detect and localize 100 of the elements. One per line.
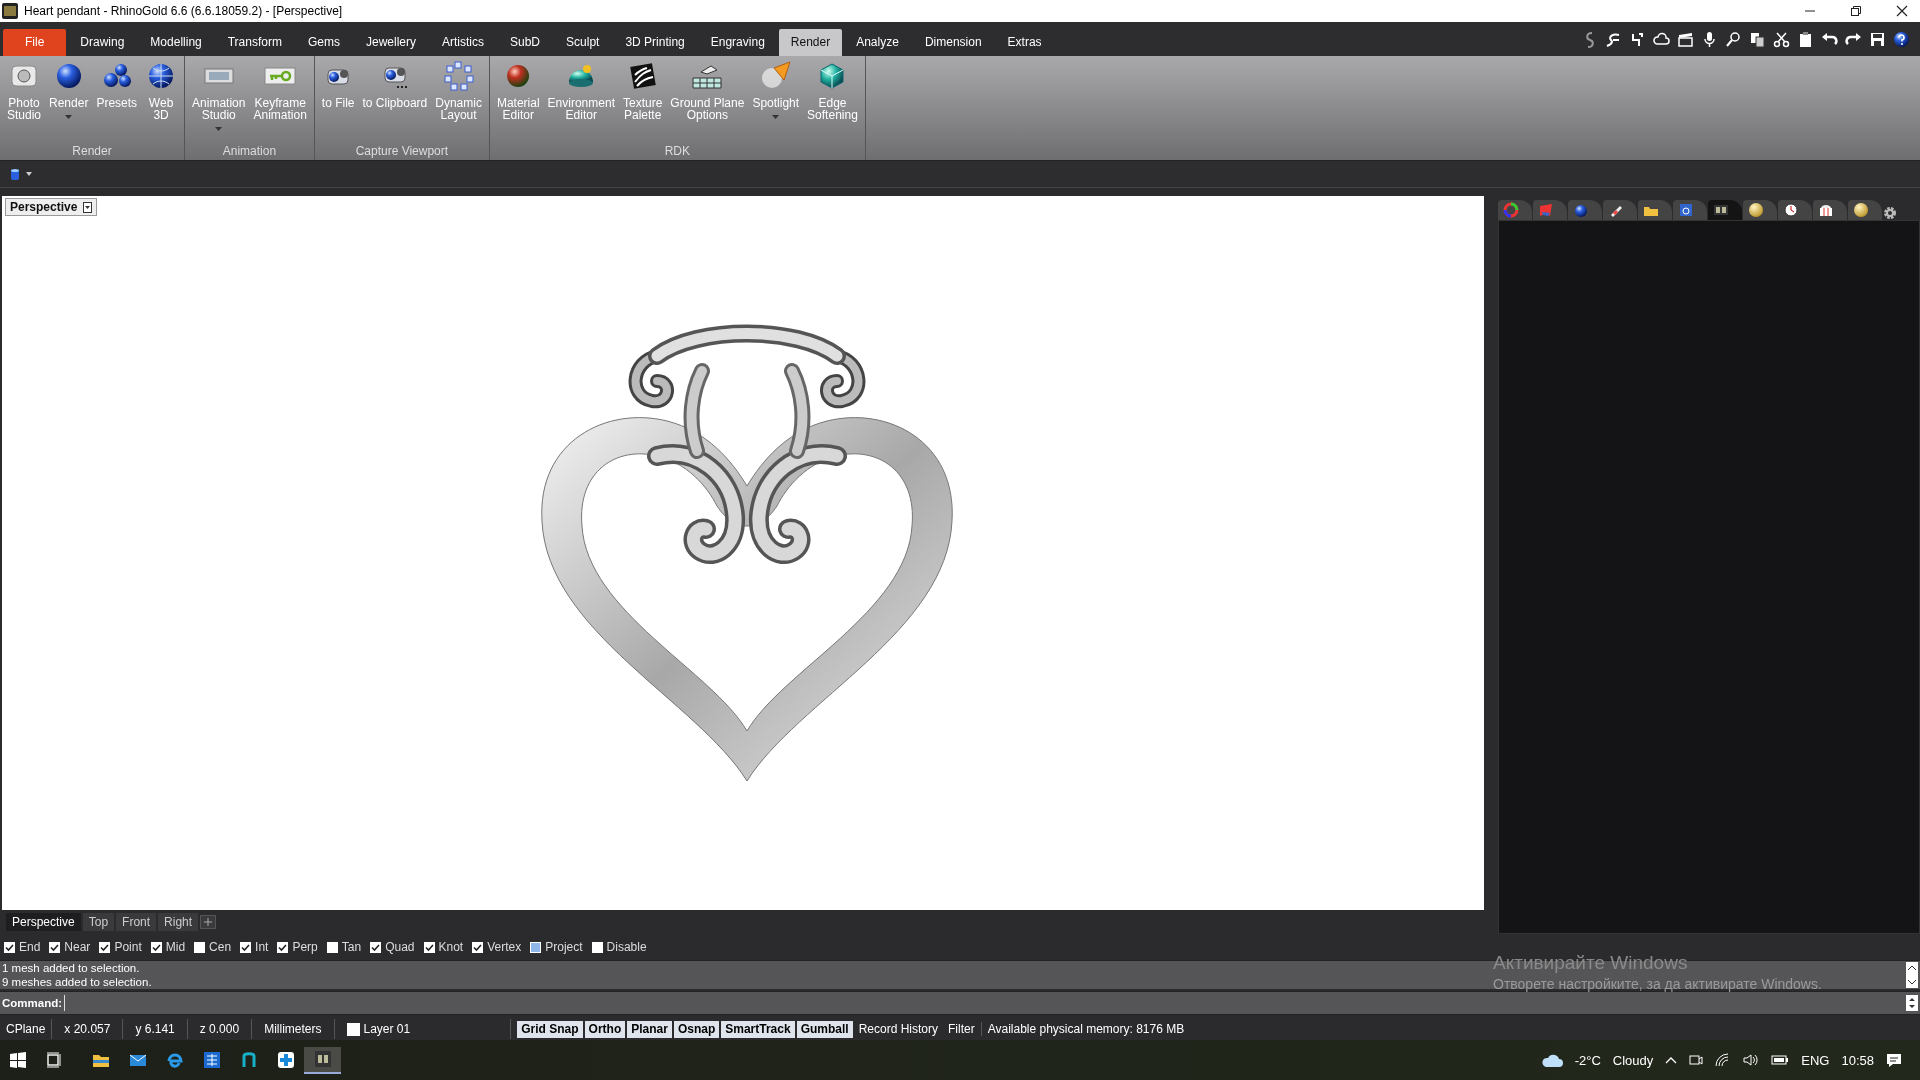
close-icon[interactable] [1896,5,1908,17]
restore-icon[interactable] [1850,5,1862,17]
status-cell[interactable]: Millimeters [252,1019,335,1039]
osnap-checkbox[interactable] [326,941,338,953]
menu-tab[interactable]: Transform [215,29,294,56]
menu-tab[interactable]: Drawing [68,29,137,56]
spin-icon[interactable] [1906,995,1918,1011]
settings-icon[interactable] [1883,206,1897,220]
viewport-tab[interactable]: Top [82,913,115,931]
osnap-label[interactable]: Knot [438,940,464,954]
panel-tab[interactable] [1498,200,1532,220]
status-toggle[interactable]: SmartTrack [721,1020,795,1038]
panel-tab[interactable] [1603,200,1637,220]
menu-tab[interactable]: Artistics [430,29,496,56]
ribbon-button[interactable]: Texture Palette [619,60,667,121]
status-toggle[interactable]: Filter [944,1020,979,1038]
redo-icon[interactable] [1845,30,1862,48]
ribbon-button[interactable]: Web 3D [141,60,182,121]
panel-tab[interactable] [1743,200,1777,220]
panel-tab[interactable] [1673,200,1707,220]
osnap-label[interactable]: Vertex [487,940,522,954]
menu-tab[interactable]: Modelling [138,29,214,56]
osnap-label[interactable]: Perp [292,940,318,954]
language-indicator[interactable]: ENG [1801,1052,1830,1068]
ribbon-button[interactable]: Edge Softening [803,60,862,121]
status-cell[interactable]: y 6.141 [123,1019,188,1039]
menu-tab[interactable]: Extras [995,29,1054,56]
ribbon-button[interactable]: Material Editor [492,60,544,121]
osnap-checkbox[interactable] [99,941,111,953]
osnap-label[interactable]: Quad [385,940,415,954]
viewport-tab[interactable]: Right [158,913,199,931]
panel-tab[interactable] [1813,200,1847,220]
ribbon-button[interactable]: Environment Editor [543,60,619,121]
ribbon-button[interactable]: Photo Studio [3,60,46,121]
viewport-tab[interactable]: Perspective [6,913,81,931]
menu-tab[interactable]: Sculpt [554,29,612,56]
layer-button[interactable]: Layer 01 [334,1019,512,1039]
menu-tab[interactable]: Analyze [844,29,911,56]
menu-tab[interactable]: Render [778,29,843,56]
status-toggle[interactable]: Planar [627,1020,672,1038]
ribbon-button[interactable]: Keyframe Animation [249,60,311,121]
status-toggle[interactable]: Osnap [673,1020,720,1038]
osnap-checkbox[interactable] [591,941,603,953]
scissors-icon[interactable] [1773,30,1790,48]
clock[interactable]: 10:58 [1841,1052,1874,1068]
status-toggle[interactable]: Ortho [584,1020,626,1038]
pen-curve-icon[interactable] [1605,30,1622,48]
battery-icon[interactable] [1771,1054,1790,1066]
panel-tab[interactable] [1708,200,1742,220]
chevron-up-icon[interactable] [1665,1056,1678,1064]
osnap-checkbox[interactable] [4,941,15,953]
microphone-icon[interactable] [1701,30,1718,48]
osnap-label[interactable]: Int [255,940,269,954]
panel-tab[interactable] [1638,200,1672,220]
layer-toolbar-button[interactable] [10,168,32,180]
zoom-icon[interactable] [1725,30,1742,48]
add-tab-icon[interactable] [200,915,217,929]
osnap-label[interactable]: Near [64,940,91,954]
ribbon-button[interactable]: Animation Studio [188,60,250,131]
osnap-checkbox[interactable] [423,941,435,953]
osnap-checkbox[interactable] [49,941,61,953]
status-cell[interactable]: CPlane [0,1019,53,1039]
osnap-label[interactable]: Point [114,940,142,954]
undo-icon[interactable] [1821,30,1838,48]
save-icon[interactable] [1869,30,1886,48]
cloud-icon[interactable] [1540,1053,1563,1067]
start-icon[interactable] [10,1052,26,1068]
panel-tab[interactable] [1778,200,1812,220]
speaker-icon[interactable] [1743,1053,1760,1067]
help-icon[interactable] [1893,30,1910,48]
menu-tab[interactable]: Jewellery [354,29,428,56]
status-cell[interactable]: x 20.057 [52,1019,124,1039]
ribbon-button[interactable]: Ground Plane Options [666,60,749,121]
osnap-checkbox[interactable] [530,941,542,953]
file-tab[interactable]: File [3,29,67,56]
osnap-checkbox[interactable] [277,941,289,953]
weather-condition[interactable]: Cloudy [1612,1052,1654,1068]
osnap-checkbox[interactable] [194,941,206,953]
viewport[interactable]: Perspective [2,196,1484,910]
clapperboard-icon[interactable] [1677,30,1694,48]
ribbon-button[interactable]: Dynamic Layout [431,60,486,121]
status-cell[interactable]: z 0.000 [187,1019,253,1039]
weather-temperature[interactable]: -2°C [1574,1052,1601,1068]
osnap-checkbox[interactable] [370,941,382,953]
osnap-checkbox[interactable] [472,941,484,953]
viewport-tab[interactable]: Front [116,913,157,931]
cloud-icon[interactable] [1653,30,1670,48]
menu-tab[interactable]: Gems [295,29,352,56]
task-view-icon[interactable] [46,1052,62,1068]
copy-icon[interactable] [1749,30,1766,48]
notification-icon[interactable] [1886,1052,1902,1068]
osnap-label[interactable]: Cen [209,940,232,954]
clipboard-icon[interactable] [1797,30,1814,48]
camera-icon[interactable] [1689,1053,1704,1067]
status-toggle[interactable]: Grid Snap [517,1020,583,1038]
menu-tab[interactable]: Engraving [698,29,777,56]
menu-tab[interactable]: 3D Printing [613,29,697,56]
status-toggle[interactable]: Record History [854,1020,942,1038]
osnap-label[interactable]: End [19,940,41,954]
osnap-checkbox[interactable] [150,941,162,953]
